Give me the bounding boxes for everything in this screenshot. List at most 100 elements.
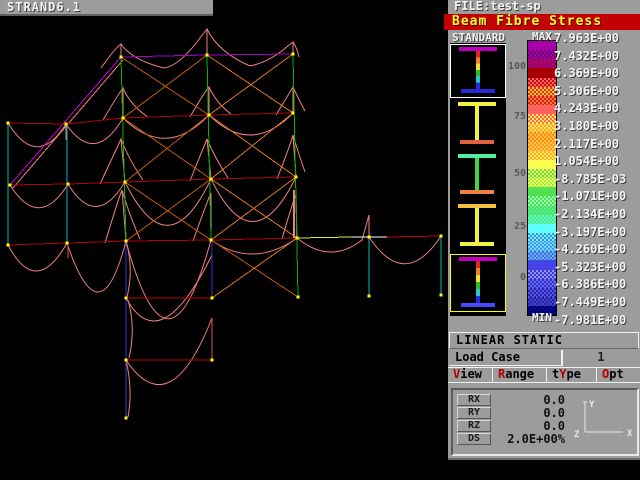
frame-member — [125, 115, 209, 182]
frame-member — [126, 240, 211, 241]
colorbar-band — [528, 169, 556, 178]
model-node — [120, 56, 123, 59]
beam-section-glyph — [450, 152, 504, 198]
model-node — [122, 117, 125, 120]
model-node — [296, 237, 299, 240]
ds-button[interactable]: DS — [457, 433, 491, 445]
colorbar-band — [528, 105, 556, 114]
moment-curve — [125, 179, 211, 225]
legend-value: -6.386E+00 — [554, 277, 640, 291]
stress-colorbar — [527, 40, 557, 316]
model-node — [125, 240, 128, 243]
colorbar-band — [528, 123, 556, 132]
rz-value: 0.0 — [497, 420, 565, 432]
menu-item-range[interactable]: Range — [493, 368, 547, 382]
colorbar-band — [528, 215, 556, 224]
frame-member — [211, 177, 296, 179]
frame-member — [387, 236, 441, 237]
moment-curve — [8, 123, 66, 147]
moment-curve — [190, 87, 209, 117]
colorbar-band — [528, 59, 556, 68]
beam-section-glyph — [451, 45, 505, 97]
model-node — [125, 297, 128, 300]
moment-curve — [10, 184, 68, 208]
percent-scale: 1007550250 — [506, 30, 527, 330]
model-node — [7, 244, 10, 247]
colorbar-band — [528, 187, 556, 196]
menu-item-opt[interactable]: Opt — [597, 368, 639, 382]
model-node — [292, 112, 295, 115]
menu-bar: ViewRangetYpeOpt — [448, 367, 640, 383]
beam-section-thumb[interactable] — [450, 152, 506, 200]
moment-curve — [203, 29, 207, 55]
moment-curve — [190, 139, 211, 181]
moment-curve — [126, 360, 130, 417]
moment-curve — [66, 118, 123, 144]
legend-value: 2.117E+00 — [554, 137, 640, 151]
beam-section-thumb[interactable] — [450, 44, 506, 98]
beam-section-thumb[interactable] — [450, 100, 506, 150]
moment-curve — [277, 135, 296, 179]
beam-section-glyph — [450, 100, 504, 148]
model-node — [208, 114, 211, 117]
rz-button[interactable]: RZ — [457, 420, 491, 432]
ds-value: 2.0E+00% — [497, 433, 565, 445]
moment-curve — [289, 42, 293, 54]
legend-value: 3.180E+00 — [554, 119, 640, 133]
frame-member — [67, 241, 126, 243]
frame-member — [125, 179, 211, 182]
frame-member — [212, 238, 297, 298]
model-node — [440, 235, 443, 238]
app-titlebar: STRAND6.1 — [0, 0, 213, 16]
model-node — [297, 296, 300, 299]
colorbar-band — [528, 96, 556, 105]
model-node — [210, 178, 213, 181]
percent-tick-label: 75 — [514, 111, 526, 122]
model-node — [211, 359, 214, 362]
colorbar-band — [528, 270, 556, 279]
moment-curve — [126, 255, 212, 321]
colorbar-band — [528, 233, 556, 242]
legend-value: 7.432E+00 — [554, 49, 640, 63]
axis-x-label: X — [627, 429, 633, 439]
colorbar-band — [528, 178, 556, 187]
screen: STRAND6.1 FILE:test-sp Beam Fibre Stress… — [0, 0, 640, 480]
beam-section-thumb[interactable] — [450, 254, 506, 312]
beam-section-glyph — [451, 255, 505, 311]
frame-member — [10, 57, 121, 185]
model-viewport[interactable] — [0, 0, 448, 480]
menu-item-type[interactable]: tYpe — [547, 368, 597, 382]
colorbar-band — [528, 78, 556, 87]
result-title-bar: Beam Fibre Stress — [444, 14, 640, 30]
model-node — [9, 184, 12, 187]
moment-curve — [369, 236, 441, 264]
load-case-button[interactable]: Load Case — [449, 350, 563, 366]
colorbar-band — [528, 68, 556, 77]
beam-section-glyph — [450, 202, 504, 250]
model-svg — [0, 0, 448, 480]
frame-member — [209, 113, 293, 115]
moment-curve — [101, 44, 121, 68]
load-case-value: 1 — [563, 350, 639, 366]
legend-value: 6.369E+00 — [554, 66, 640, 80]
beam-section-thumb[interactable] — [450, 202, 506, 252]
moment-curve — [211, 238, 297, 254]
legend-value: -5.323E+00 — [554, 260, 640, 274]
model-node — [124, 181, 127, 184]
rx-value: 0.0 — [497, 394, 565, 406]
ry-button[interactable]: RY — [457, 407, 491, 419]
menu-item-view[interactable]: View — [448, 368, 493, 382]
frame-member — [8, 123, 66, 124]
frame-member — [10, 184, 68, 185]
model-node — [65, 123, 68, 126]
colorbar-band — [528, 196, 556, 205]
colorbar-band — [528, 279, 556, 288]
rx-button[interactable]: RX — [457, 394, 491, 406]
moment-curve — [67, 241, 126, 292]
colorbar-band — [528, 151, 556, 160]
moment-curve — [126, 240, 211, 319]
file-bar: FILE:test-sp — [448, 0, 640, 14]
colorbar-band — [528, 50, 556, 59]
percent-tick-label: 50 — [514, 168, 526, 179]
axis-triad: Y Z X — [571, 396, 637, 450]
